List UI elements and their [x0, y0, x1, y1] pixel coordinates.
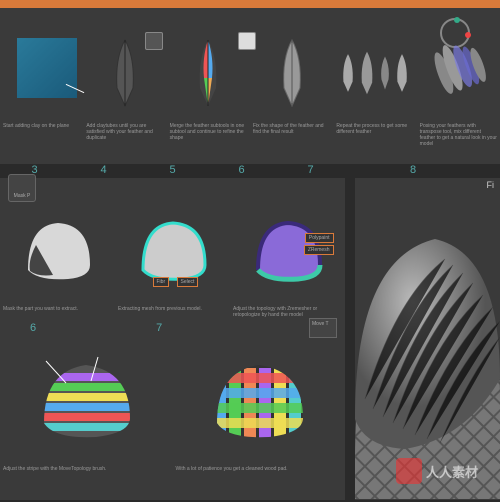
feather-icon	[111, 38, 139, 108]
watermark: 人人素材	[396, 456, 486, 486]
step-caption: Fix the shape of the feather and find th…	[250, 123, 333, 147]
tag-label: Select	[177, 277, 199, 287]
step-number: 5	[169, 164, 175, 176]
feather-caption-row: Start adding clay on the plane Add clayt…	[0, 123, 500, 147]
shell-icon	[133, 215, 213, 285]
shell-caption-row: Mask the part you want to extract. Extra…	[0, 306, 345, 318]
step-numbers-a: 3 4 5 6 7	[0, 164, 345, 176]
step-feather-gray	[250, 38, 333, 118]
step-caption: Repeat the process to get some different…	[333, 123, 416, 147]
feather-cluster-icon	[423, 38, 493, 98]
step-caption: Adjust the stripe with the MoveTopology …	[0, 466, 173, 472]
step-number: 6	[238, 164, 244, 176]
feather-icon	[278, 38, 306, 108]
step-caption: Add claytubes until you are satisfied wi…	[83, 123, 166, 147]
weave-basket-icon	[209, 353, 309, 443]
watermark-icon	[396, 458, 422, 484]
weave-stripes-icon	[36, 353, 136, 443]
step-caption: Merge the feather subtools in one subtoo…	[167, 123, 250, 147]
step-number: 7	[307, 164, 313, 176]
shell-masked	[18, 215, 98, 285]
step-number: 8	[410, 164, 416, 176]
step-caption: Start adding clay on the plane	[0, 123, 83, 147]
weave-caption-row: Adjust the stripe with the MoveTopology …	[0, 466, 345, 472]
watermark-text: 人人素材	[426, 462, 478, 481]
feather-icon	[394, 38, 410, 108]
feather-icon	[378, 38, 392, 108]
step-plane	[0, 38, 83, 118]
feather-color-icon	[194, 38, 222, 108]
move-label: Move T	[312, 321, 329, 327]
step-caption: Mask the part you want to extract.	[0, 306, 115, 318]
tool-button[interactable]	[145, 32, 163, 50]
final-section: Fi	[355, 178, 500, 500]
tag-label: Polypaint	[305, 233, 334, 243]
feather-group	[340, 38, 410, 108]
tutorial-sheet: Start adding clay on the plane Add clayt…	[0, 0, 500, 500]
feather-section: Start adding clay on the plane Add clayt…	[0, 8, 500, 164]
step-feather-cluster	[417, 38, 500, 118]
step-feather-variants	[333, 38, 416, 118]
accent-bar	[0, 0, 500, 8]
shell-row: Fibr Select Polypaint ZRemesh	[0, 190, 345, 310]
shell-retopo: Polypaint ZRemesh	[248, 215, 328, 285]
step-caption: Posing your feathers with transpose tool…	[417, 123, 500, 147]
feathered-cap-icon	[355, 198, 500, 500]
weave-row	[0, 333, 345, 463]
weave-stripes	[36, 353, 136, 443]
step-number: 4	[100, 164, 106, 176]
step-feather-color	[167, 38, 250, 118]
tag-label: ZRemesh	[304, 245, 334, 255]
tag-label: Fibr	[153, 277, 170, 287]
shell-icon	[18, 215, 98, 285]
weave-basket	[209, 353, 309, 443]
feather-steps-row	[0, 38, 500, 118]
final-label: Fi	[487, 180, 495, 190]
shell-extract: Fibr Select	[133, 215, 213, 285]
step-feather-1	[83, 38, 166, 118]
final-render	[355, 198, 500, 500]
plane-mesh	[17, 38, 77, 98]
shell-section: Mask P Fibr Select	[0, 178, 345, 500]
step-caption: Extracting mesh from previous model.	[115, 306, 230, 318]
step-caption: With a lot of patience you get a cleaned…	[173, 466, 346, 472]
feather-icon	[340, 38, 356, 108]
step-caption: Adjust the topology with Zremesher or re…	[230, 306, 345, 318]
feather-icon	[358, 38, 376, 108]
